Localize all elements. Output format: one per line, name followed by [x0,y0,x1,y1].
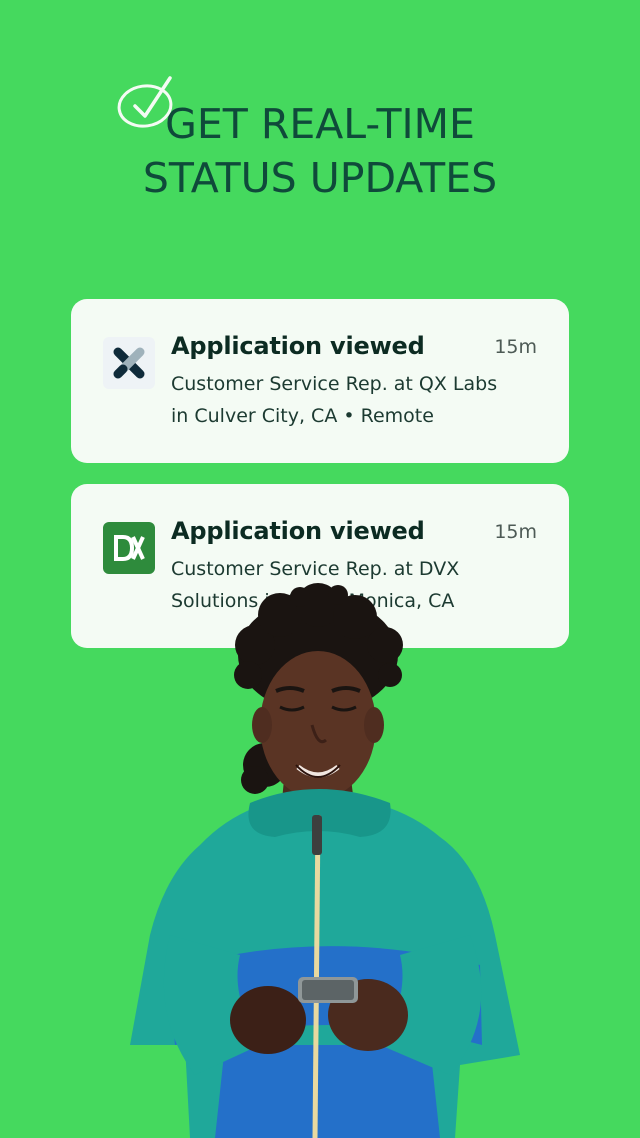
notification-location: in Culver City, CA • Remote [171,405,434,427]
headline-line-2: STATUS UPDATES [142,154,498,202]
notification-title: Application viewed [171,332,425,360]
qx-labs-logo [103,337,155,389]
notification-title: Application viewed [171,517,425,545]
notification-detail: Customer Service Rep. at QX Labs [171,373,498,395]
dvx-solutions-logo [103,522,155,574]
person-using-phone-photo [130,583,520,1138]
headline: GET REAL-TIME STATUS UPDATES [0,97,640,205]
check-circle-icon [117,76,173,128]
notification-time: 15m [494,521,537,543]
headline-line-1: GET REAL-TIME [165,100,475,148]
notification-card[interactable]: Application viewed 15m Customer Service … [71,299,569,463]
notification-time: 15m [494,336,537,358]
